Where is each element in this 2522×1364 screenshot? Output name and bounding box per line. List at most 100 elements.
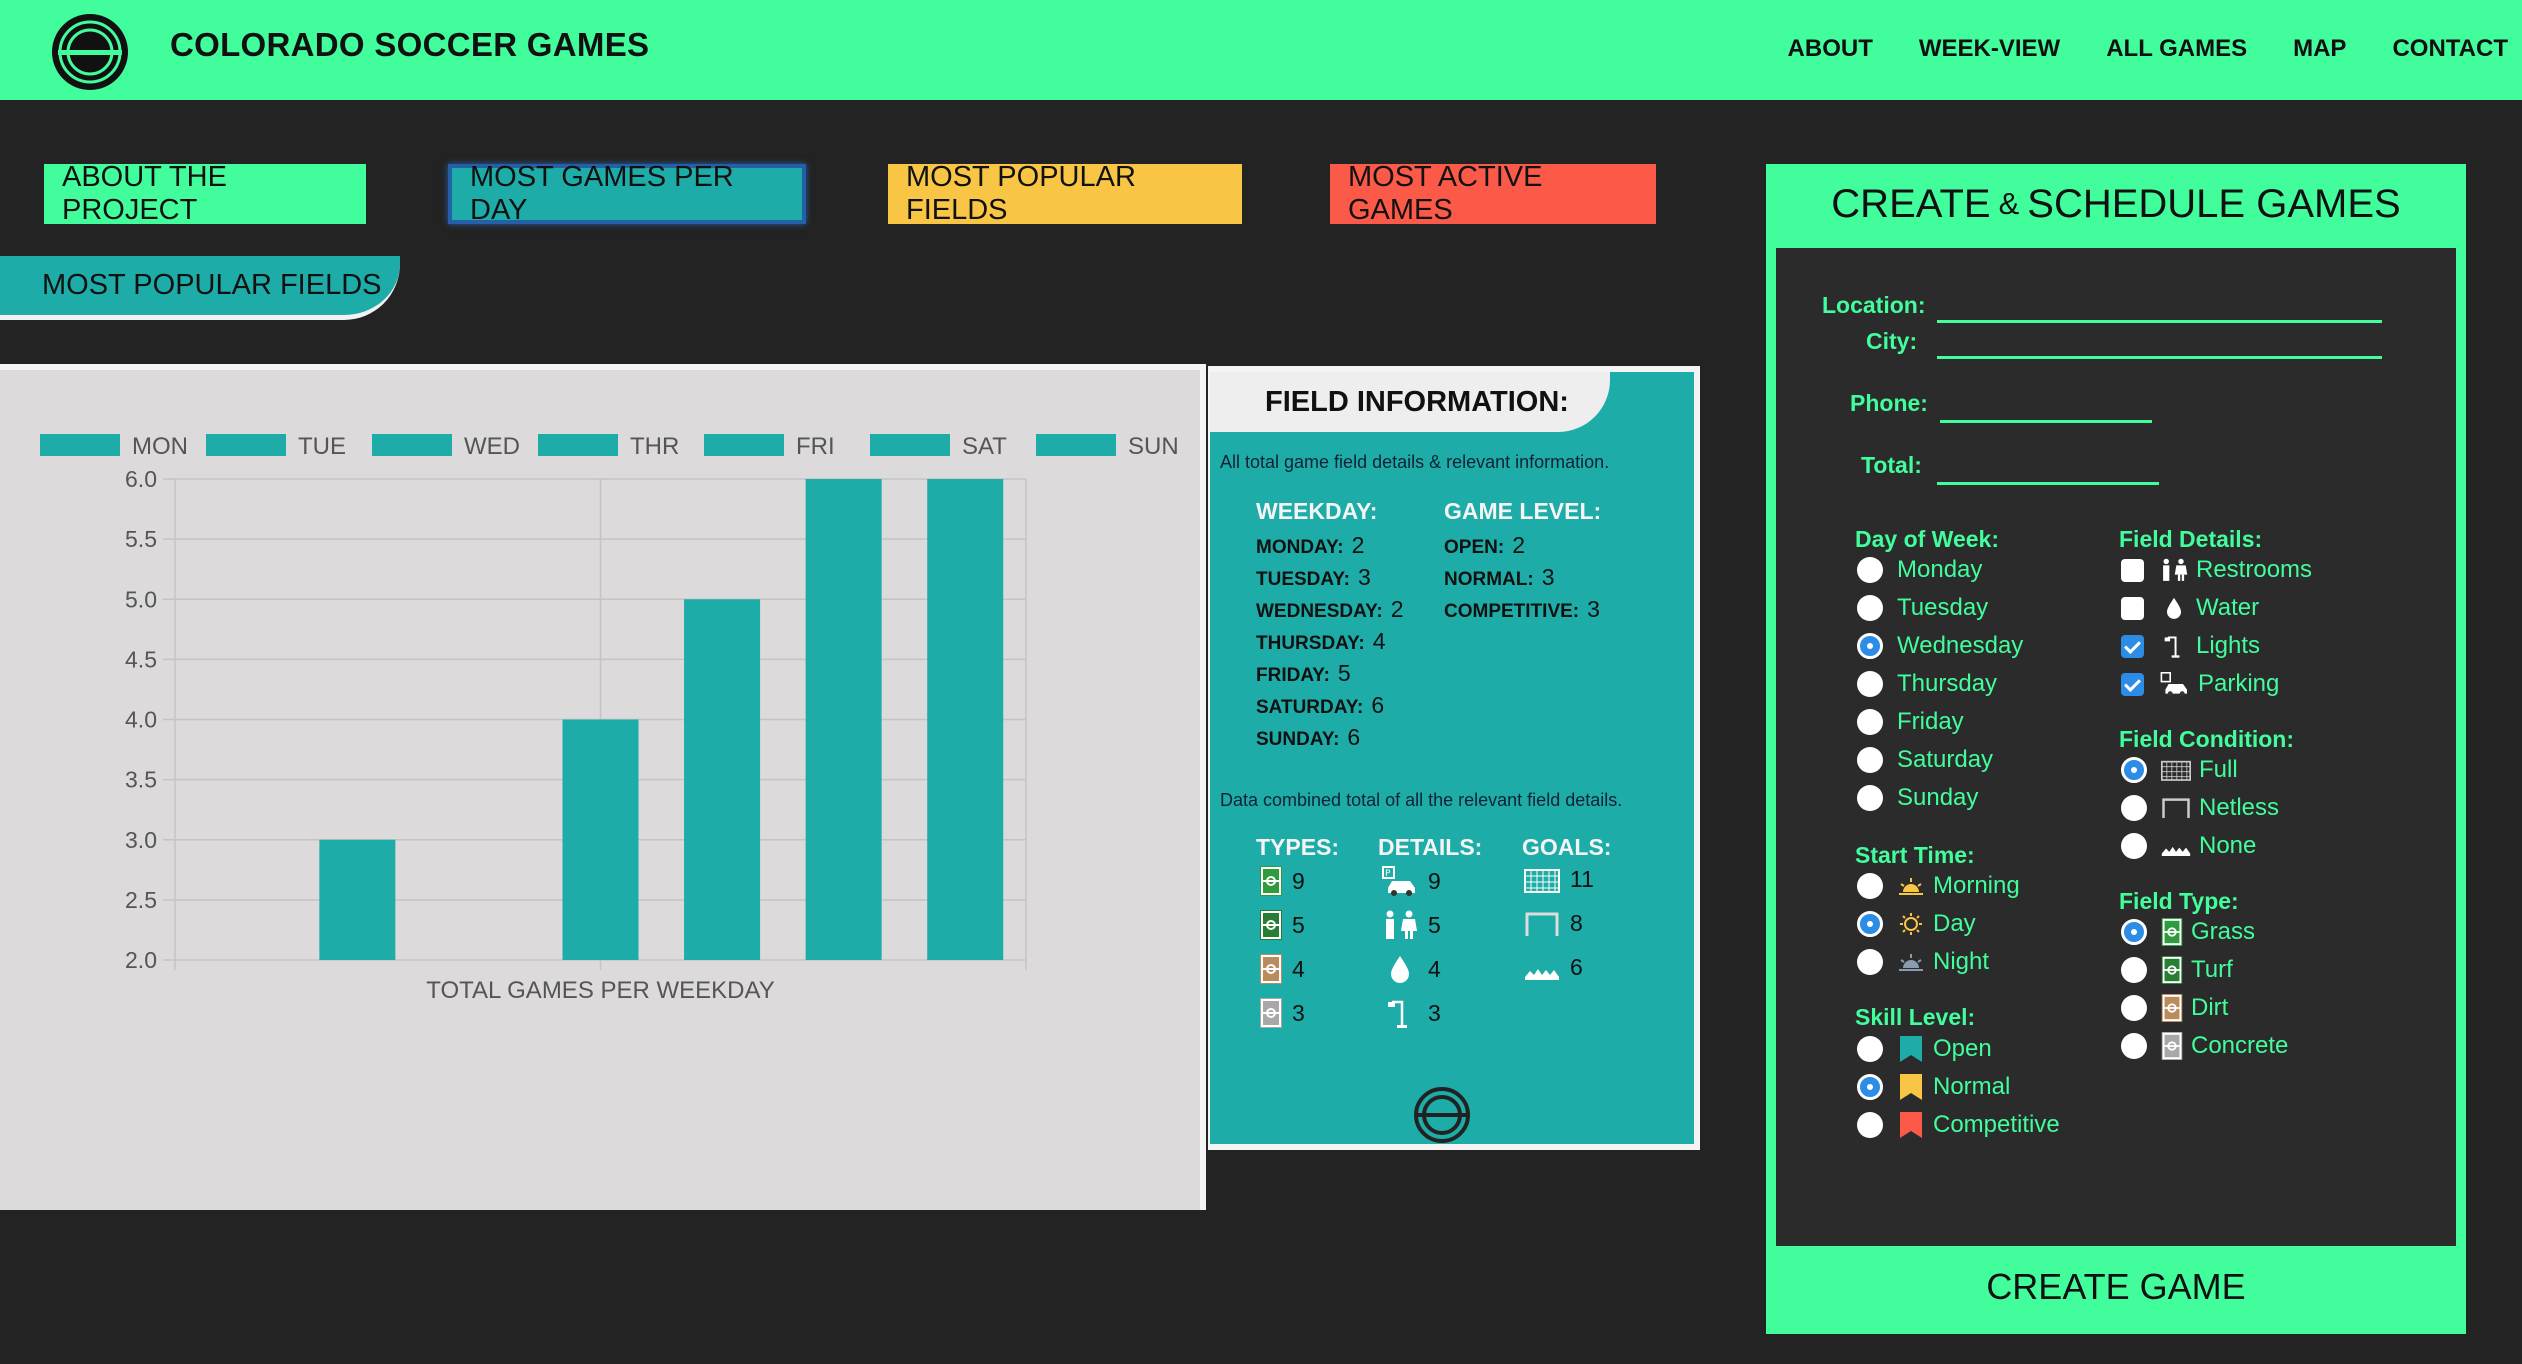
- skill-option-competitive[interactable]: Competitive: [1857, 1110, 2060, 1140]
- detail-option-water[interactable]: Water: [2121, 594, 2259, 622]
- legend-swatch: [538, 434, 618, 456]
- nav-about[interactable]: ABOUT: [1788, 35, 1873, 63]
- section-title: MOST POPULAR FIELDS: [0, 256, 400, 320]
- weekday-row: FRIDAY: 5: [1256, 660, 1351, 686]
- weekday-row: MONDAY: 2: [1256, 532, 1365, 558]
- field-type-title: Field Type:: [2119, 888, 2239, 914]
- field-info-card: FIELD INFORMATION: All total game field …: [1208, 366, 1700, 1150]
- level-row: COMPETITIVE: 3: [1444, 596, 1600, 622]
- start-time-title: Start Time:: [1855, 842, 1975, 868]
- skill-option-normal[interactable]: Normal: [1857, 1072, 2010, 1102]
- day-option-wednesday[interactable]: Wednesday: [1857, 632, 2023, 660]
- type-option-turf[interactable]: Turf: [2121, 956, 2233, 984]
- nav-week-view[interactable]: WEEK-VIEW: [1919, 35, 2060, 63]
- legend-swatch: [870, 434, 950, 456]
- start-option-day[interactable]: Day: [1857, 910, 1976, 938]
- type-option-grass[interactable]: Grass: [2121, 918, 2255, 946]
- condition-option-full[interactable]: Full: [2121, 756, 2238, 784]
- field-info-title: FIELD INFORMATION:: [1210, 372, 1610, 432]
- goal-stat: 6: [1524, 954, 1583, 981]
- phone-label: Phone:: [1850, 390, 1928, 416]
- lights-icon: [2164, 636, 2180, 658]
- legend-label: THR: [630, 433, 679, 460]
- legend-label: SUN: [1128, 433, 1179, 460]
- x-axis-label: TOTAL GAMES PER WEEKDAY: [426, 977, 775, 1004]
- y-tick-label: 2.0: [125, 947, 157, 973]
- type-option-concrete[interactable]: Concrete: [2121, 1032, 2288, 1060]
- most-popular-fields-button[interactable]: MOST POPULAR FIELDS: [888, 161, 1242, 226]
- y-tick-label: 2.5: [125, 887, 157, 913]
- grass-field-icon: [2161, 918, 2183, 946]
- city-label: City:: [1866, 328, 1918, 354]
- legend-swatch: [40, 434, 120, 456]
- y-tick-label: 4.0: [125, 707, 157, 733]
- bar-sun: [927, 479, 1004, 960]
- skill-option-open[interactable]: Open: [1857, 1034, 1992, 1064]
- bar-thr: [562, 719, 639, 960]
- type-stat: 9: [1260, 866, 1305, 896]
- detail-option-restrooms[interactable]: Restrooms: [2121, 556, 2312, 584]
- detail-option-lights[interactable]: Lights: [2121, 632, 2260, 660]
- most-active-games-button[interactable]: MOST ACTIVE GAMES: [1330, 161, 1656, 226]
- water-icon: [1391, 956, 1409, 983]
- lights-icon: [1388, 1000, 1407, 1028]
- game-level-title: GAME LEVEL:: [1444, 498, 1602, 524]
- day-option-friday[interactable]: Friday: [1857, 708, 1964, 736]
- location-label: Location:: [1822, 292, 1926, 318]
- no-goal-icon: [2161, 846, 2191, 856]
- city-field[interactable]: [1937, 356, 2382, 359]
- nav-all-games[interactable]: ALL GAMES: [2106, 35, 2247, 63]
- legend-label: WED: [464, 433, 520, 460]
- turf-field-icon: [2161, 956, 2183, 984]
- netless-goal-icon: [2162, 798, 2190, 818]
- svg-text:P: P: [1385, 869, 1391, 879]
- field-info-intro: All total game field details & relevant …: [1220, 452, 1610, 472]
- detail-option-parking[interactable]: Parking: [2121, 670, 2279, 698]
- weekday-title: WEEKDAY:: [1256, 498, 1378, 524]
- weekday-row: WEDNESDAY: 2: [1256, 596, 1404, 622]
- phone-field[interactable]: [1940, 420, 2152, 423]
- total-field[interactable]: [1937, 482, 2159, 485]
- location-field[interactable]: [1937, 320, 2382, 323]
- water-icon: [2167, 597, 2181, 619]
- restrooms-icon: [2163, 558, 2188, 581]
- brand-title[interactable]: COLORADO SOCCER GAMES: [170, 26, 649, 64]
- parking-icon: P: [1382, 866, 1415, 896]
- create-form: Location: City: Phone: Total: Day of Wee…: [1776, 248, 2456, 1246]
- netless-goal-icon: [1525, 912, 1559, 936]
- day-option-tuesday[interactable]: Tuesday: [1857, 594, 1988, 622]
- legend-label: SAT: [962, 433, 1007, 460]
- day-option-saturday[interactable]: Saturday: [1857, 746, 1993, 774]
- most-games-per-day-button[interactable]: MOST GAMES PER DAY: [448, 161, 806, 226]
- legend-label: FRI: [796, 433, 835, 460]
- bar-tue: [319, 839, 396, 960]
- types-title: TYPES:: [1256, 834, 1340, 860]
- y-tick-label: 4.5: [125, 646, 157, 672]
- start-option-morning[interactable]: Morning: [1857, 872, 2020, 900]
- y-tick-label: 3.5: [125, 767, 157, 793]
- field-condition-title: Field Condition:: [2119, 726, 2295, 752]
- nav-contact[interactable]: CONTACT: [2392, 35, 2508, 63]
- goals-title: GOALS:: [1522, 834, 1612, 860]
- about-project-button[interactable]: ABOUT THE PROJECT: [44, 161, 366, 226]
- legend-swatch: [1036, 434, 1116, 456]
- level-row: OPEN: 2: [1444, 532, 1525, 558]
- nav-map[interactable]: MAP: [2293, 35, 2346, 63]
- full-goal-icon: [1524, 868, 1560, 893]
- top-bar: COLORADO SOCCER GAMES ABOUT WEEK-VIEW AL…: [0, 0, 2522, 100]
- type-option-dirt[interactable]: Dirt: [2121, 994, 2228, 1022]
- no-goal-icon: [1525, 968, 1559, 980]
- condition-option-netless[interactable]: Netless: [2121, 794, 2279, 822]
- create-game-button[interactable]: CREATE GAME: [1776, 1250, 2456, 1324]
- weekday-row: THURSDAY: 4: [1256, 628, 1386, 654]
- start-option-night[interactable]: Night: [1857, 948, 1989, 976]
- condition-option-none[interactable]: None: [2121, 832, 2256, 860]
- day-option-monday[interactable]: Monday: [1857, 556, 1982, 584]
- day-option-thursday[interactable]: Thursday: [1857, 670, 1997, 698]
- day-option-sunday[interactable]: Sunday: [1857, 784, 1978, 812]
- weekday-row: SATURDAY: 6: [1256, 692, 1385, 718]
- detail-stat: P 9: [1382, 866, 1441, 896]
- site-logo[interactable]: [48, 10, 132, 94]
- weekday-row: SUNDAY: 6: [1256, 724, 1361, 750]
- details-title: DETAILS:: [1378, 834, 1483, 860]
